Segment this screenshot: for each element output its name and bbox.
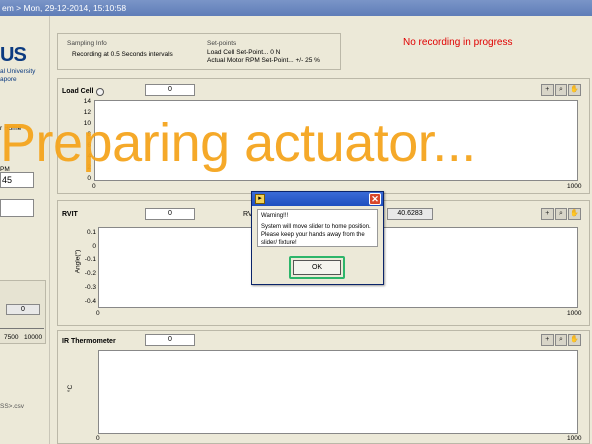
dialog-line2: Please keep your hands away from the [261, 232, 365, 238]
ir-graph-tools: + ⌕ ✋ [541, 334, 582, 346]
sampling-info-label: Sampling Info [67, 40, 107, 47]
recording-status: No recording in progress [403, 37, 513, 48]
motor-rpm-setpoint: Actual Motor RPM Set-Point... +/- 25 % [207, 57, 320, 64]
rvit-second-value: 40.6283 [387, 208, 433, 220]
y-tick: 0 [87, 175, 91, 182]
load-cell-title: Load Cell [62, 88, 94, 95]
setpoints-label: Set-points [207, 40, 237, 47]
cursor-tool-icon[interactable]: + [541, 84, 554, 96]
x-tick-min: 0 [96, 310, 100, 317]
sidebar-input-field[interactable] [0, 199, 34, 217]
slider-tick-10000: 10000 [24, 334, 43, 341]
labview-icon: ▸ [255, 194, 265, 204]
x-tick-min: 0 [96, 435, 100, 442]
sampling-info-value: Recording at 0.5 Seconds intervals [72, 51, 173, 58]
ir-title: IR Thermometer [62, 338, 116, 345]
pan-tool-icon[interactable]: ✋ [568, 334, 582, 346]
cursor-tool-icon[interactable]: + [541, 208, 554, 220]
load-cell-indicator [96, 88, 104, 96]
dialog-line3: slider/ fixture! [261, 240, 297, 246]
ir-y-axis-label: °C [67, 384, 75, 393]
load-cell-setpoint: Load Cell Set-Point... 0 N [207, 49, 281, 56]
x-tick-max: 1000 [567, 435, 582, 442]
window-titlebar: em > Mon, 29-12-2014, 15:10:58 [0, 0, 592, 16]
zoom-tool-icon[interactable]: ⌕ [554, 334, 568, 346]
zoom-tool-icon[interactable]: ⌕ [554, 84, 568, 96]
dialog-heading: Warning!!! [261, 213, 289, 219]
y-tick: -0.2 [84, 270, 96, 277]
load-cell-graph-tools: + ⌕ ✋ [541, 84, 582, 96]
cursor-tool-icon[interactable]: + [541, 334, 554, 346]
x-tick-min: 0 [92, 183, 96, 190]
left-sidebar: US al University apore r Home PM 45 0 75… [0, 16, 50, 444]
rvit-graph-tools: + ⌕ ✋ [541, 208, 582, 220]
close-icon[interactable]: ✕ [369, 193, 381, 205]
y-tick: -0.4 [84, 298, 96, 305]
load-cell-value: 0 [145, 84, 195, 96]
rvit-value: 0 [145, 208, 195, 220]
ok-button[interactable]: OK [293, 260, 341, 275]
y-tick: -0.1 [84, 256, 96, 263]
rpm-value-field[interactable]: 45 [0, 172, 34, 188]
pan-tool-icon[interactable]: ✋ [568, 84, 582, 96]
university-logo: US [0, 44, 27, 66]
ir-value: 0 [145, 334, 195, 346]
dialog-line1: System will move slider to home position… [261, 224, 371, 230]
logo-text-line2: apore [0, 76, 17, 83]
y-tick: 0 [92, 243, 96, 250]
y-tick: 14 [83, 98, 91, 105]
rvit-y-axis-label: Angle(°) [74, 249, 82, 274]
logo-text-line1: al University [0, 68, 36, 75]
y-tick: -0.3 [84, 284, 96, 291]
slider-tick-7500: 7500 [4, 334, 19, 341]
ir-plot[interactable] [98, 350, 578, 434]
dialog-message: Warning!!! System will move slider to ho… [257, 209, 378, 247]
slider-track[interactable] [0, 328, 44, 329]
slider-value-field[interactable]: 0 [6, 304, 40, 315]
pan-tool-icon[interactable]: ✋ [568, 208, 582, 220]
dialog-titlebar: ▸ ✕ [252, 192, 383, 206]
x-tick-max: 1000 [567, 183, 582, 190]
rvit-title: RVIT [62, 211, 78, 218]
overlay-caption: Preparing actuator... [0, 113, 476, 173]
y-tick: 0.1 [86, 229, 96, 236]
csv-path-label: SS>.csv [0, 403, 25, 410]
zoom-tool-icon[interactable]: ⌕ [554, 208, 568, 220]
x-tick-max: 1000 [567, 310, 582, 317]
